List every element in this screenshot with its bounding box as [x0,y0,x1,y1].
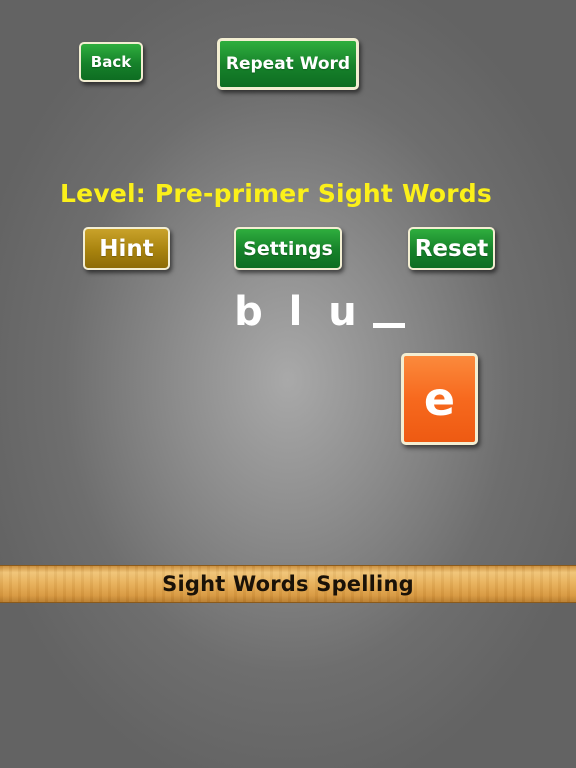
app-screen: { "toolbar": { "back_label": "Back", "re… [0,0,576,768]
word-blank-slot[interactable] [366,288,413,336]
word-letter-u: u [328,289,357,335]
letter-tile-e[interactable]: e [401,353,478,445]
reset-button[interactable]: Reset [408,227,495,270]
repeat-word-button[interactable]: Repeat Word [217,38,359,90]
word-letter-l: l [288,289,303,335]
blank-underline [373,323,405,328]
back-button[interactable]: Back [79,42,143,82]
word-letter-b: b [234,289,263,335]
word-slots: b l u [225,286,413,336]
app-title: Sight Words Spelling [162,572,414,596]
app-title-bar: Sight Words Spelling [0,565,576,603]
level-title: Level: Pre-primer Sight Words [60,179,492,208]
settings-button[interactable]: Settings [234,227,342,270]
hint-button[interactable]: Hint [83,227,170,270]
